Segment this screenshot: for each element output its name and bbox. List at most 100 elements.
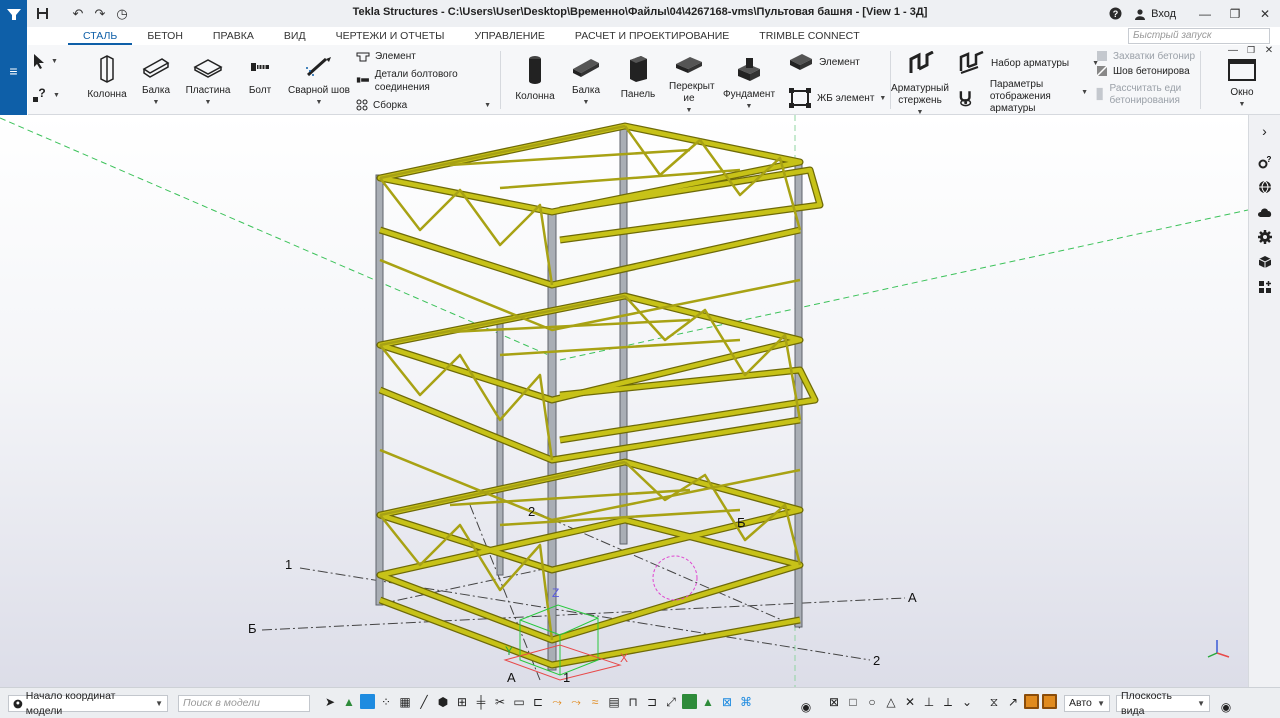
select-lock-icon[interactable]: ⊠ [719,693,735,711]
select-group-icon[interactable]: ⌘ [738,693,754,711]
panel-button[interactable]: Панель [616,55,660,101]
tab-drawings[interactable]: ЧЕРТЕЖИ И ОТЧЕТЫ [321,27,460,45]
components-icon[interactable] [1254,275,1276,299]
select-line-icon[interactable]: ╱ [416,693,432,711]
select-pour-icon[interactable]: ⊓ [625,693,641,711]
select-plane-icon[interactable]: ▭ [511,693,527,711]
select-bolt-icon[interactable]: ⊞ [454,693,470,711]
file-menu-button[interactable]: ≡ [0,27,27,115]
plane-select[interactable]: Плоскость вида ▼ [1116,690,1210,717]
tab-steel[interactable]: СТАЛЬ [68,27,133,45]
expand-panel-icon[interactable]: › [1254,119,1276,143]
select-reference-icon[interactable] [682,694,697,709]
snap-center-icon[interactable]: ○ [864,693,880,711]
snap-nearest-icon[interactable]: ⧖ [986,693,1002,711]
assembly-button[interactable]: Сборка ▼ [356,99,491,111]
select-load-icon[interactable]: ⊐ [644,693,660,711]
cloud-icon[interactable] [1254,200,1276,224]
footing-button[interactable]: Фундамент ▼ [718,55,780,113]
ribbon-restore-button[interactable]: ❐ [1242,43,1260,57]
tab-trimble-connect[interactable]: TRIMBLE CONNECT [744,27,874,45]
quick-launch-input[interactable]: Быстрый запуск [1128,28,1270,44]
inquire-tool[interactable]: ? ▼ [32,87,60,103]
login-button[interactable]: Вход [1134,8,1176,20]
steel-plate-button[interactable]: Пластина ▼ [182,55,234,109]
select-tool[interactable]: ▼ [32,53,58,69]
redo-icon[interactable]: ↷ [89,3,111,25]
snap-reference-icon[interactable]: ⊠ [826,693,842,711]
ribbon-minimize-button[interactable]: — [1224,43,1242,57]
concrete-part-button[interactable]: Элемент [788,53,860,71]
pour-joint-button[interactable]: Шов бетонирова [1096,65,1190,77]
select-part-icon[interactable]: ▲ [341,693,357,711]
select-mesh-icon[interactable]: ≈ [587,693,603,711]
snap-ortho-icon[interactable] [1042,694,1057,709]
properties-icon[interactable]: ? [1254,150,1276,174]
select-surface-icon[interactable] [360,694,375,709]
select-weld-icon[interactable]: ╪ [473,693,489,711]
undo-icon[interactable]: ↶ [67,3,89,25]
origin-select[interactable]: Начало координат модели ▼ [8,690,168,717]
tekla-logo-icon[interactable] [0,0,27,27]
tab-edit[interactable]: ПРАВКА [198,27,269,45]
structure-3d-view[interactable]: 1 Б А 2 2 Б А 1 X Y Z [0,115,1248,687]
rebar-button[interactable]: Арматурный стержень ▼ [888,51,952,119]
select-assembly-icon[interactable]: ⬢ [435,693,451,711]
snap-geometry-icon[interactable]: □ [845,693,861,711]
tab-manage[interactable]: УПРАВЛЕНИЕ [459,27,559,45]
select-rebar-set-icon[interactable]: ⤳ [568,693,584,711]
snap-line-extension-icon[interactable]: ⟂ [940,693,956,711]
save-icon[interactable] [31,3,53,25]
pour-stops-button[interactable]: Захватки бетонир [1096,50,1195,62]
steel-part-button[interactable]: Элемент [356,50,416,62]
model-viewport[interactable]: 1 Б А 2 2 Б А 1 X Y Z [0,115,1248,687]
bottom-eye-icon[interactable]: ◉ [1218,698,1234,716]
minimize-button[interactable]: — [1190,0,1220,27]
concrete-beam-button[interactable]: Балка ▼ [566,55,606,109]
ribbon-close-button[interactable]: ✕ [1260,43,1278,57]
select-drawing-icon[interactable]: ▤ [606,693,622,711]
select-grid-icon[interactable]: ▦ [397,693,413,711]
gear-icon[interactable] [1254,225,1276,249]
weld-button[interactable]: Сварной шов ▼ [284,55,354,109]
select-connection-icon[interactable]: ⤢ [663,693,679,711]
snap-mode-select[interactable]: Авто ▼ [1064,695,1110,712]
steel-column-button[interactable]: Колонна [82,55,132,101]
select-component-icon[interactable]: ⁘ [378,693,394,711]
axis-label-y: Y [505,644,513,658]
snap-line-icon[interactable]: ↗ [1005,693,1021,711]
tab-view[interactable]: ВИД [269,27,321,45]
bolt-button[interactable]: Болт [242,55,278,97]
select-all-icon[interactable]: ➤ [322,693,338,711]
snap-plane-icon[interactable] [1024,694,1039,709]
select-point-icon[interactable]: ▲ [700,693,716,711]
rebar-set-button[interactable]: Набор арматуры ▼ [958,51,1099,75]
snap-any-icon[interactable]: ⌄ [959,693,975,711]
select-profile-icon[interactable]: ⊏ [530,693,546,711]
tab-concrete[interactable]: БЕТОН [132,27,198,45]
cube-icon[interactable] [1254,250,1276,274]
concrete-column-button[interactable]: Колонна [512,55,558,103]
bolt-details-button[interactable]: Детали болтового соединения [356,68,496,94]
tab-analysis[interactable]: РАСЧЕТ И ПРОЕКТИРОВАНИЕ [560,27,744,45]
steel-beam-button[interactable]: Балка ▼ [136,55,176,109]
snap-perpendicular-icon[interactable]: ⊥ [921,693,937,711]
model-search-input[interactable]: Поиск в модели [178,695,310,712]
globe-icon[interactable] [1254,175,1276,199]
select-cut-icon[interactable]: ✂ [492,693,508,711]
history-icon[interactable]: ◷ [111,3,133,25]
rebar-display-button[interactable]: Параметры отображения арматуры ▼ [958,79,1088,115]
slab-button[interactable]: Перекрыт ие ▼ [664,55,715,117]
calc-pour-units-button[interactable]: Рассчитать еди бетонирования [1096,83,1198,107]
close-button[interactable]: ✕ [1250,0,1280,27]
restore-button[interactable]: ❐ [1220,0,1250,27]
visibility-eye-icon[interactable]: ◉ [798,698,814,716]
title-bar: ↶ ↷ ◷ Tekla Structures - C:\Users\User\D… [0,0,1280,27]
window-button[interactable]: Окно ▼ [1222,59,1262,111]
select-rebar-icon[interactable]: ⤳ [549,693,565,711]
axis-label-x: X [620,651,628,665]
help-icon[interactable]: ? [1104,3,1126,25]
snap-intersection-icon[interactable]: ✕ [902,693,918,711]
snap-midpoint-icon[interactable]: △ [883,693,899,711]
rc-part-button[interactable]: ЖБ элемент ▼ [788,87,886,109]
